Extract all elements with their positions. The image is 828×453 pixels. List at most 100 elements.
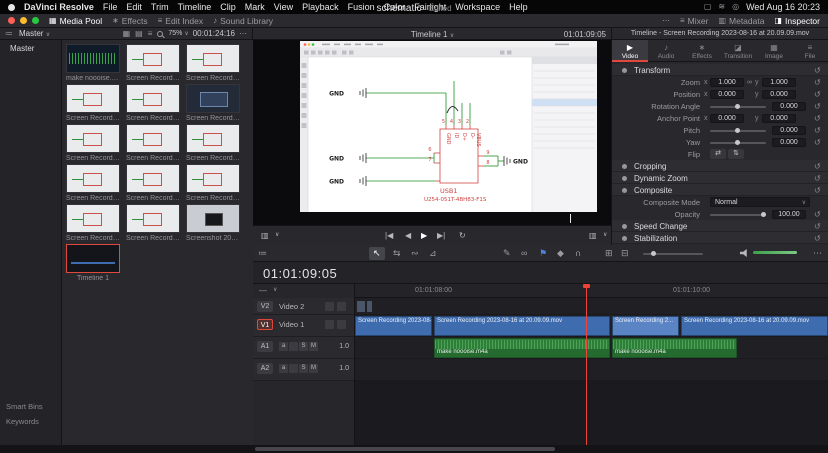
section-enable-toggle[interactable] [622,164,627,169]
media-clip[interactable]: Screen Recording ... [66,204,120,242]
media-clip[interactable]: Screen Recording ... [186,164,240,202]
marker-icon[interactable]: ◆ [557,249,564,258]
composite-mode-select[interactable]: Normal ∨ [710,197,810,207]
section-enable-toggle[interactable] [622,188,627,193]
zoom-in-icon[interactable]: ⊞ [605,249,613,258]
track-level[interactable]: 1.0 [339,365,349,372]
media-clip[interactable]: Screen Recording ... [126,84,180,122]
bin-selector[interactable]: Master ∨ [19,29,50,38]
mute-toggle[interactable]: M [309,342,318,351]
pen-icon[interactable]: ✎ [503,249,511,258]
tab-transition[interactable]: ◪Transition [720,40,756,62]
menu-timeline[interactable]: Timeline [178,2,212,12]
tab-effects[interactable]: ∗Effects [684,40,720,62]
lock-track-toggle[interactable] [289,364,298,373]
snapping-icon[interactable]: ∩ [575,249,581,258]
media-clip[interactable]: Screen Recording ... [126,44,180,82]
razor-icon[interactable]: ⊿ [429,249,437,258]
track-header-v1[interactable]: V1 Video 1 [253,315,355,337]
timeline-timecode[interactable]: 01:01:09:05 [263,266,337,281]
rotation-slider[interactable] [710,106,766,108]
section-enable-toggle[interactable] [622,176,627,181]
audio-clip[interactable]: make noooise.m4a [434,338,610,358]
reset-icon[interactable]: ↺ [814,114,821,123]
audio-clip[interactable]: make noooise.m4a [612,338,737,358]
viewer-canvas[interactable]: GND GND GND GND 5 4 3 2 6 7 9 8 GND ID D… [300,41,597,212]
reset-icon[interactable]: ↺ [814,126,821,135]
track-level[interactable]: 1.0 [339,343,349,350]
selection-tool-icon[interactable]: ↖ [369,247,385,260]
jump-to-end-button[interactable]: ▶| [437,231,445,240]
window-close-button[interactable] [8,17,15,24]
bin-options-icon[interactable]: ≔ [5,30,13,38]
record-arm-toggle[interactable]: a [279,364,288,373]
link-clips-icon[interactable]: ∞ [521,249,527,258]
solo-toggle[interactable]: S [299,364,308,373]
zoom-y-field[interactable]: 1.000 [762,78,796,87]
solo-toggle[interactable]: S [299,342,308,351]
reset-icon[interactable]: ↺ [814,186,821,195]
zoom-x-field[interactable]: 1.000 [710,78,744,87]
viewer-scrub-position[interactable] [570,214,571,223]
lock-track-toggle[interactable] [337,320,346,329]
flag-icon[interactable]: ⚑ [539,249,547,258]
track-badge[interactable]: V2 [257,301,273,312]
metadata-button[interactable]: ▥ Metadata [718,16,764,26]
audio-level-slider[interactable] [753,251,797,254]
flip-vertical-button[interactable]: ⇅ [728,149,744,159]
anchor-y-field[interactable]: 0.000 [762,114,796,123]
media-clip-selected[interactable]: Timeline 1 [66,244,120,282]
list-view-icon[interactable]: ≡ [148,30,153,38]
section-stabilization[interactable]: Stabilization ↺ [612,232,828,244]
chevron-down-icon[interactable]: ∨ [275,231,279,238]
auto-select-toggle[interactable] [325,320,334,329]
record-arm-toggle[interactable]: a [279,342,288,351]
position-y-field[interactable]: 0.000 [762,90,796,99]
tab-file[interactable]: ≡File [792,40,828,62]
thumbnail-zoom-select[interactable]: 75% ∨ [168,30,188,37]
effects-button[interactable]: ∗ Effects [112,16,148,26]
timeline-options-icon[interactable]: ≔ [258,249,267,258]
media-clip[interactable]: Screen Recording ... [126,164,180,202]
rotation-field[interactable]: 0.000 [772,102,806,111]
media-pool-button[interactable]: ▦ Media Pool [49,16,102,26]
media-clip[interactable]: Screen Recording ... [186,84,240,122]
mute-toggle[interactable]: M [309,364,318,373]
menu-help[interactable]: Help [509,2,528,12]
clip-fragment[interactable] [357,301,365,312]
viewer-timecode[interactable]: 01:01:09:05 [564,30,606,39]
reset-icon[interactable]: ↺ [814,90,821,99]
menu-playback[interactable]: Playback [302,2,339,12]
menu-edit[interactable]: Edit [126,2,142,12]
sidebar-bin-master[interactable]: Master [10,44,34,53]
media-clip[interactable]: Screen Recording ... [66,124,120,162]
keywords-section[interactable]: Keywords [6,417,39,426]
speaker-icon[interactable] [740,249,749,257]
reset-icon[interactable]: ↺ [814,66,821,75]
more-options-icon[interactable]: ⋯ [813,249,822,258]
opacity-slider[interactable] [710,214,766,216]
video-clip[interactable]: Screen Recording 2023-08-16 at 20.09.09.… [434,316,610,336]
menu-clip[interactable]: Clip [220,2,236,12]
more-options-icon[interactable]: ⋯ [239,30,247,38]
battery-icon[interactable]: ▢ [704,3,712,11]
timeline-ruler[interactable]: 01:01:08:00 01:01:10:00 [355,284,828,298]
section-cropping[interactable]: Cropping ↺ [612,160,828,172]
loop-button[interactable]: ↻ [459,231,466,240]
tab-audio[interactable]: ♪Audio [648,40,684,62]
grid-view-icon[interactable]: ▦ [123,30,131,38]
viewer-overlay-icon[interactable]: ▥ [589,231,597,240]
flip-horizontal-button[interactable]: ⇄ [710,149,726,159]
media-clip[interactable]: Screen Recording ... [66,84,120,122]
video-clip[interactable]: Screen Recording 2... [612,316,679,336]
timeline-zoom-slider[interactable] [643,253,703,255]
reset-icon[interactable]: ↺ [814,222,821,231]
window-minimize-button[interactable] [20,17,27,24]
section-enable-toggle[interactable] [622,68,627,73]
anchor-x-field[interactable]: 0.000 [710,114,744,123]
media-clip[interactable]: Screenshot 2023-... [186,204,240,242]
reset-icon[interactable]: ↺ [814,78,821,87]
zoom-link-icon[interactable]: ∞ [747,79,752,86]
track-badge[interactable]: A1 [257,341,273,352]
dynamic-trim-icon[interactable]: ∾ [411,249,419,258]
